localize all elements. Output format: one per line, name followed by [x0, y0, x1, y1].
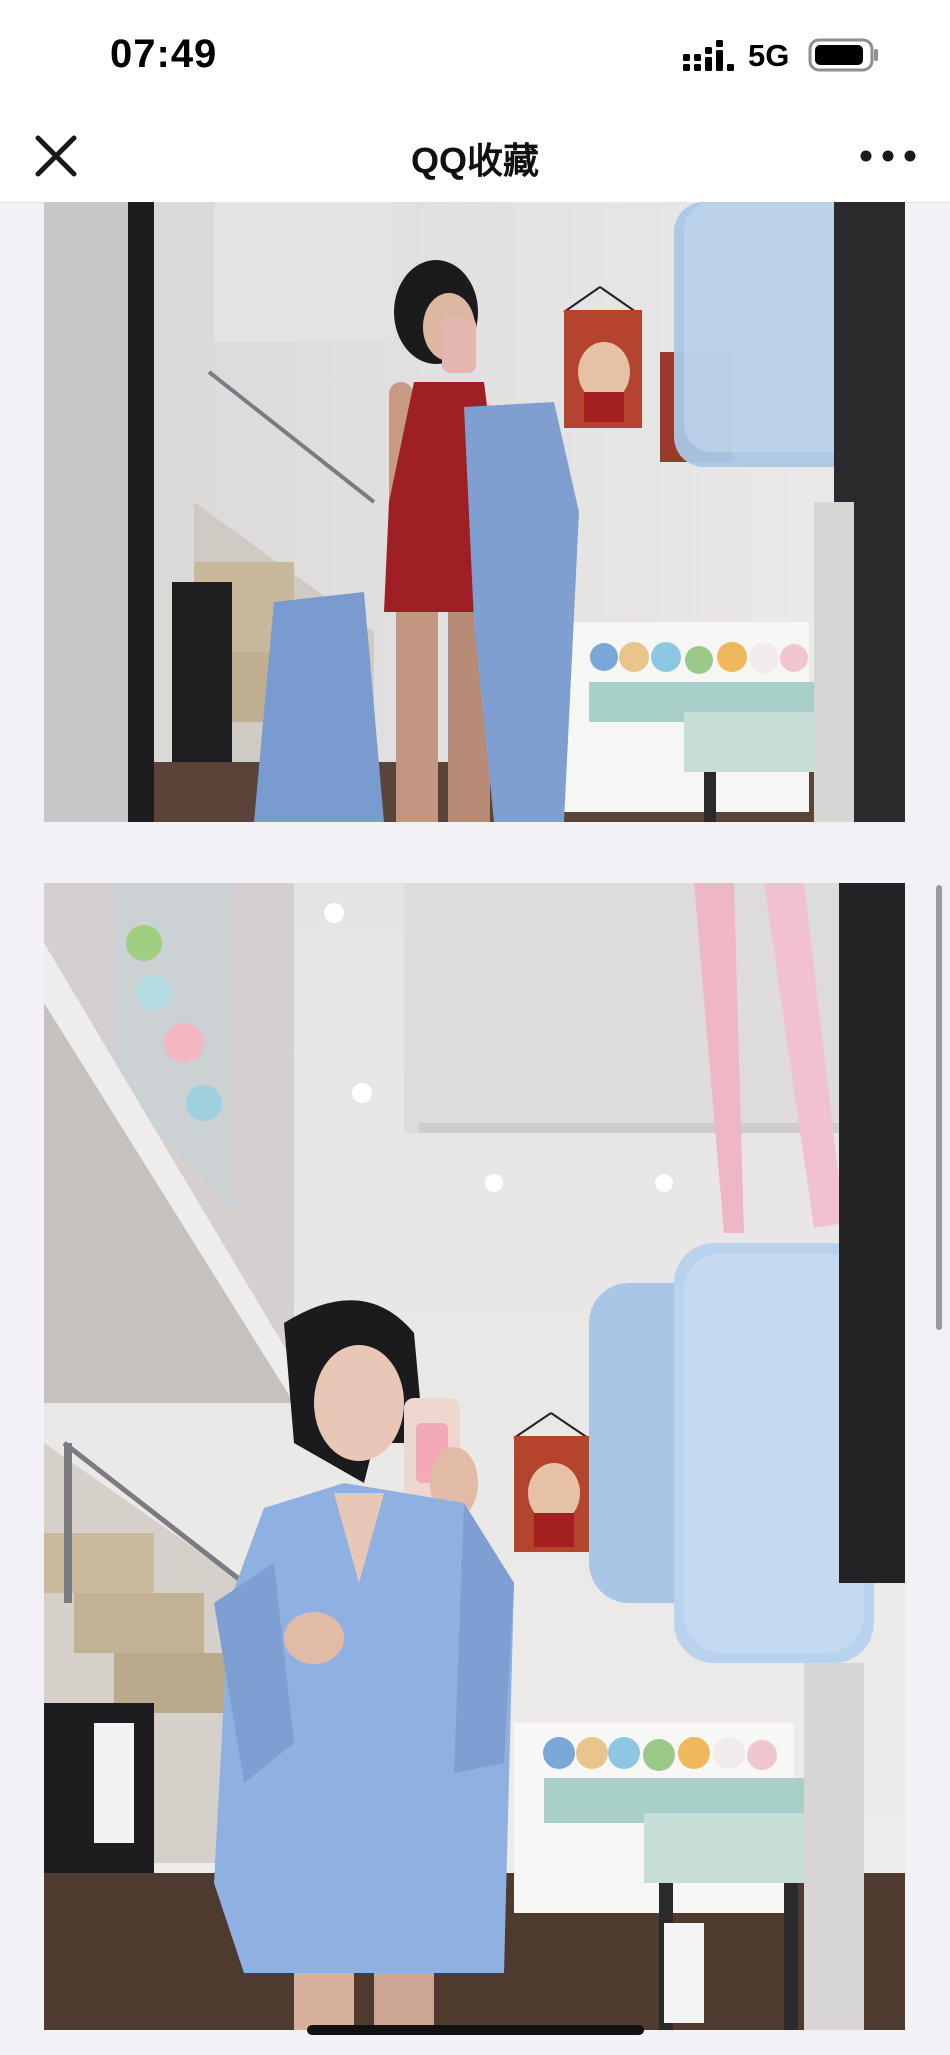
photo-mirror-selfie-red-dress[interactable]: [44, 202, 905, 822]
more-dots-icon: [860, 150, 916, 162]
photo-mirror-selfie-blue-shirt[interactable]: [44, 883, 905, 2030]
status-time: 07:49: [110, 32, 218, 76]
status-bar: 07:49 5G: [0, 0, 950, 110]
scroll-indicator[interactable]: [936, 885, 942, 1330]
photo-1-illustration: [44, 202, 905, 822]
cellular-signal-icon: [683, 40, 734, 71]
photo-2-illustration: [44, 883, 905, 2030]
nav-bar: QQ收藏: [0, 110, 950, 203]
home-indicator[interactable]: [307, 2025, 644, 2035]
page-title: QQ收藏: [410, 140, 539, 181]
more-button[interactable]: [858, 138, 918, 174]
network-type: 5G: [748, 38, 790, 73]
battery-icon: [808, 38, 878, 72]
